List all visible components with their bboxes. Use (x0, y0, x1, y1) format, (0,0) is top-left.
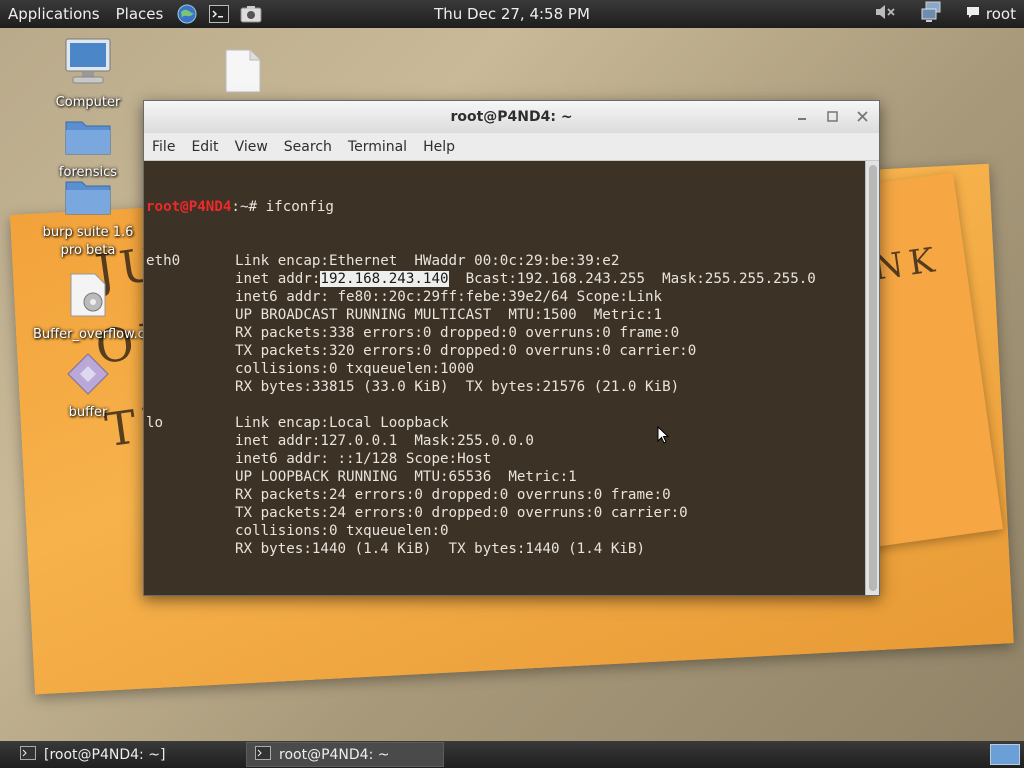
output-line: RX packets:338 errors:0 dropped:0 overru… (146, 324, 864, 342)
executable-icon (33, 352, 143, 400)
output-line: TX packets:320 errors:0 dropped:0 overru… (146, 342, 864, 360)
command-line: root@P4ND4:~# ifconfig (146, 198, 864, 216)
output-line: lo Link encap:Local Loopback (146, 414, 864, 432)
taskbar-item[interactable]: [root@P4ND4: ~] (12, 742, 204, 767)
output-text: TX packets:320 errors:0 dropped:0 overru… (235, 343, 697, 359)
output-line: RX bytes:1440 (1.4 KiB) TX bytes:1440 (1… (146, 540, 864, 558)
terminal-scrollbar[interactable] (865, 161, 879, 595)
output-text: inet6 addr: ::1/128 Scope:Host (235, 451, 492, 467)
menu-edit[interactable]: Edit (183, 139, 226, 155)
prompt-user: root@P4ND4 (146, 199, 232, 215)
output-line: RX packets:24 errors:0 dropped:0 overrun… (146, 486, 864, 504)
output-line: TX packets:24 errors:0 dropped:0 overrun… (146, 504, 864, 522)
volume-muted-icon[interactable] (874, 2, 898, 26)
window-title: root@P4ND4: ~ (450, 109, 573, 125)
window-controls (787, 103, 877, 129)
prompt-symbol: # (248, 199, 266, 215)
output-line: eth0 Link encap:Ethernet HWaddr 00:0c:29:… (146, 252, 864, 270)
output-text: RX bytes:1440 (1.4 KiB) TX bytes:1440 (1… (235, 541, 645, 557)
output-text: inet addr:127.0.0.1 Mask:255.0.0.0 (235, 433, 534, 449)
output-text: RX packets:338 errors:0 dropped:0 overru… (235, 325, 680, 341)
screenshot-icon[interactable] (240, 3, 262, 25)
bottom-panel: [root@P4ND4: ~] root@P4ND4: ~ (0, 741, 1024, 768)
menu-terminal[interactable]: Terminal (340, 139, 415, 155)
taskbar-item-label: root@P4ND4: ~ (279, 746, 390, 763)
prompt-path: :~ (231, 199, 249, 215)
output-text: Bcast:192.168.243.255 Mask:255.255.255.0 (448, 271, 816, 287)
user-name: root (985, 5, 1016, 23)
chat-bubble-icon (966, 5, 980, 23)
command-text: ifconfig (265, 199, 334, 215)
output-text: collisions:0 txqueuelen:0 (235, 523, 449, 539)
scrollbar-thumb[interactable] (869, 165, 877, 591)
clock[interactable]: Thu Dec 27, 4:58 PM (434, 5, 590, 23)
desktop-icon-forensics[interactable]: forensics (33, 116, 143, 182)
folder-icon (33, 176, 143, 220)
taskbar-item-active[interactable]: root@P4ND4: ~ (246, 742, 444, 767)
system-tray: root (874, 0, 1024, 28)
output-text: inet addr: (235, 271, 321, 287)
desktop-icon-label: buffer (68, 405, 108, 420)
top-panel: Applications Places Thu Dec 27, 4:58 PM … (0, 0, 1024, 28)
minimize-icon[interactable] (787, 103, 817, 129)
output-text: collisions:0 txqueuelen:1000 (235, 361, 475, 377)
output-line: collisions:0 txqueuelen:0 (146, 522, 864, 540)
output-line: inet addr:192.168.243.140 Bcast:192.168.… (146, 270, 864, 288)
menu-search[interactable]: Search (276, 139, 340, 155)
output-text: TX packets:24 errors:0 dropped:0 overrun… (235, 505, 688, 521)
desktop-icon-burp-suite[interactable]: burp suite 1.6 pro beta (33, 176, 143, 260)
workspace-switcher[interactable] (990, 744, 1020, 765)
output-text: RX packets:24 errors:0 dropped:0 overrun… (235, 487, 671, 503)
places-menu[interactable]: Places (108, 5, 172, 23)
output-line: inet6 addr: ::1/128 Scope:Host (146, 450, 864, 468)
mouse-pointer-icon (657, 425, 670, 444)
interface-name: lo (146, 415, 164, 431)
terminal-icon (255, 745, 271, 764)
output-line: inet addr:127.0.0.1 Mask:255.0.0.0 (146, 432, 864, 450)
output-line: RX bytes:33815 (33.0 KiB) TX bytes:21576… (146, 378, 864, 396)
text-file-icon (33, 272, 143, 322)
terminal-titlebar[interactable]: root@P4ND4: ~ (144, 101, 879, 133)
desktop-icon-buffer[interactable]: buffer (33, 352, 143, 422)
terminal-icon (20, 745, 36, 764)
output-text: Link encap:Local Loopback (235, 415, 449, 431)
blank-file-icon (188, 48, 298, 98)
taskbar-item-label: [root@P4ND4: ~] (44, 746, 166, 763)
terminal-output[interactable]: root@P4ND4:~# ifconfig eth0 Link encap:Et… (144, 161, 866, 595)
output-line: collisions:0 txqueuelen:1000 (146, 360, 864, 378)
folder-icon (33, 116, 143, 160)
desktop-icon-label: Buffer_overflow.c (33, 327, 145, 342)
terminal-window: root@P4ND4: ~ File Edit View Search Term… (143, 100, 880, 596)
terminal-icon[interactable] (208, 3, 230, 25)
output-line: inet6 addr: fe80::20c:29ff:febe:39e2/64 … (146, 288, 864, 306)
desktop-icon-buffer-overflow[interactable]: Buffer_overflow.c (33, 272, 145, 344)
output-text: UP BROADCAST RUNNING MULTICAST MTU:1500 … (235, 307, 663, 323)
desktop-icon-computer[interactable]: Computer (33, 36, 143, 112)
web-browser-icon[interactable] (176, 3, 198, 25)
network-icon[interactable] (920, 1, 944, 27)
output-text: Link encap:Ethernet HWaddr 00:0c:29:be:3… (235, 253, 620, 269)
menu-view[interactable]: View (227, 139, 276, 155)
menu-help[interactable]: Help (415, 139, 463, 155)
user-menu[interactable]: root (966, 5, 1016, 23)
applications-menu[interactable]: Applications (0, 5, 108, 23)
terminal-menubar: File Edit View Search Terminal Help (144, 133, 879, 161)
desktop-icon-label: burp suite 1.6 pro beta (42, 225, 134, 258)
selected-text[interactable]: 192.168.243.140 (320, 271, 449, 287)
maximize-icon[interactable] (817, 103, 847, 129)
output-text: RX bytes:33815 (33.0 KiB) TX bytes:21576… (235, 379, 680, 395)
close-icon[interactable] (847, 103, 877, 129)
output-line: UP LOOPBACK RUNNING MTU:65536 Metric:1 (146, 468, 864, 486)
output-text: inet6 addr: fe80::20c:29ff:febe:39e2/64 … (235, 289, 663, 305)
computer-icon (33, 36, 143, 90)
desktop-icon-label: Computer (55, 95, 121, 110)
menu-file[interactable]: File (144, 139, 183, 155)
interface-name: eth0 (146, 253, 181, 269)
output-text: UP LOOPBACK RUNNING MTU:65536 Metric:1 (235, 469, 577, 485)
output-line: UP BROADCAST RUNNING MULTICAST MTU:1500 … (146, 306, 864, 324)
desktop-icon-blank-file[interactable] (188, 48, 298, 102)
